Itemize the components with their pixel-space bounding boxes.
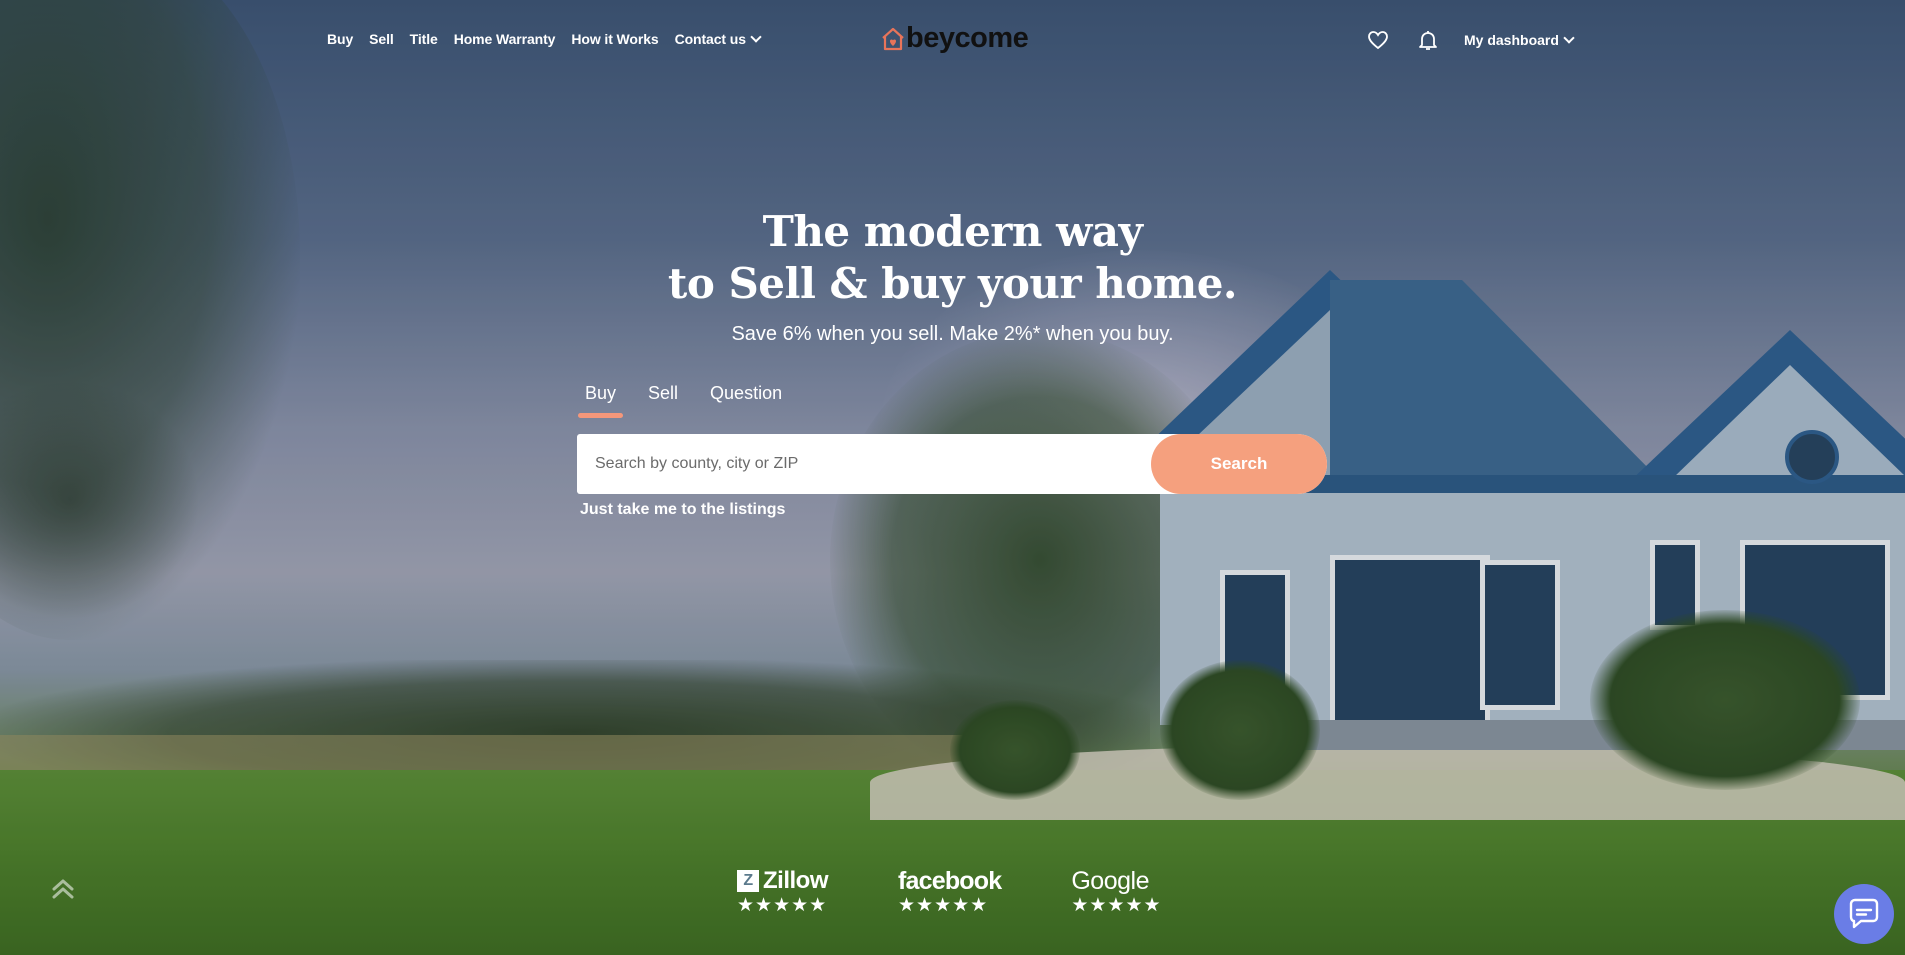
search-input[interactable] bbox=[577, 434, 1147, 494]
nav-title[interactable]: Title bbox=[410, 31, 438, 47]
my-dashboard-menu[interactable]: My dashboard bbox=[1464, 32, 1575, 48]
headline-line-1: The modern way bbox=[762, 207, 1143, 256]
tab-question[interactable]: Question bbox=[703, 383, 789, 418]
scroll-to-top-icon[interactable] bbox=[48, 873, 78, 903]
tab-sell[interactable]: Sell bbox=[641, 383, 685, 418]
review-google[interactable]: Google ★★★★★ bbox=[1071, 868, 1161, 916]
nav-sell[interactable]: Sell bbox=[369, 31, 394, 47]
review-facebook[interactable]: facebook ★★★★★ bbox=[898, 867, 1002, 916]
my-dashboard-label: My dashboard bbox=[1464, 32, 1559, 48]
nav-buy[interactable]: Buy bbox=[327, 31, 353, 47]
zillow-label: Zillow bbox=[763, 867, 829, 894]
review-zillow[interactable]: Z Zillow ★★★★★ bbox=[737, 867, 829, 916]
facebook-label: facebook bbox=[898, 867, 1002, 895]
logo[interactable]: beycome bbox=[880, 22, 1029, 55]
top-nav: Buy Sell Title Home Warranty How it Work… bbox=[0, 0, 1905, 78]
zillow-stars: ★★★★★ bbox=[737, 895, 828, 916]
zillow-brand: Z Zillow bbox=[737, 867, 829, 894]
hero-headline: The modern way to Sell & buy your home. bbox=[0, 206, 1905, 310]
nav-actions: My dashboard bbox=[1366, 28, 1575, 52]
search-button[interactable]: Search bbox=[1151, 434, 1327, 494]
bell-icon[interactable] bbox=[1416, 28, 1440, 52]
zillow-logo-icon: Z bbox=[737, 870, 759, 892]
tab-buy[interactable]: Buy bbox=[578, 383, 624, 418]
chevron-down-icon bbox=[750, 31, 762, 43]
chat-bubble-icon bbox=[1849, 898, 1879, 929]
nav-links: Buy Sell Title Home Warranty How it Work… bbox=[327, 31, 762, 47]
nav-contact-us[interactable]: Contact us bbox=[674, 31, 762, 47]
search-bar: Search bbox=[577, 434, 1327, 494]
logo-text: beycome bbox=[906, 22, 1029, 54]
search-tabs: Buy Sell Question bbox=[578, 383, 789, 418]
house-heart-logo-icon bbox=[882, 27, 904, 50]
google-label: Google bbox=[1071, 867, 1149, 895]
hero-subline: Save 6% when you sell. Make 2%* when you… bbox=[731, 323, 1174, 345]
chevron-down-icon bbox=[1563, 32, 1575, 44]
google-stars: ★★★★★ bbox=[1071, 895, 1162, 916]
headline-line-2: to Sell & buy your home. bbox=[667, 259, 1238, 308]
facebook-stars: ★★★★★ bbox=[898, 895, 989, 916]
nav-contact-us-label: Contact us bbox=[674, 31, 746, 47]
listings-link[interactable]: Just take me to the listings bbox=[580, 501, 785, 519]
chat-button[interactable] bbox=[1834, 884, 1894, 944]
review-badges: Z Zillow ★★★★★ facebook ★★★★★ Google ★★★… bbox=[737, 868, 1162, 916]
nav-how-it-works[interactable]: How it Works bbox=[571, 31, 658, 47]
heart-icon[interactable] bbox=[1366, 28, 1390, 52]
nav-home-warranty[interactable]: Home Warranty bbox=[454, 31, 556, 47]
